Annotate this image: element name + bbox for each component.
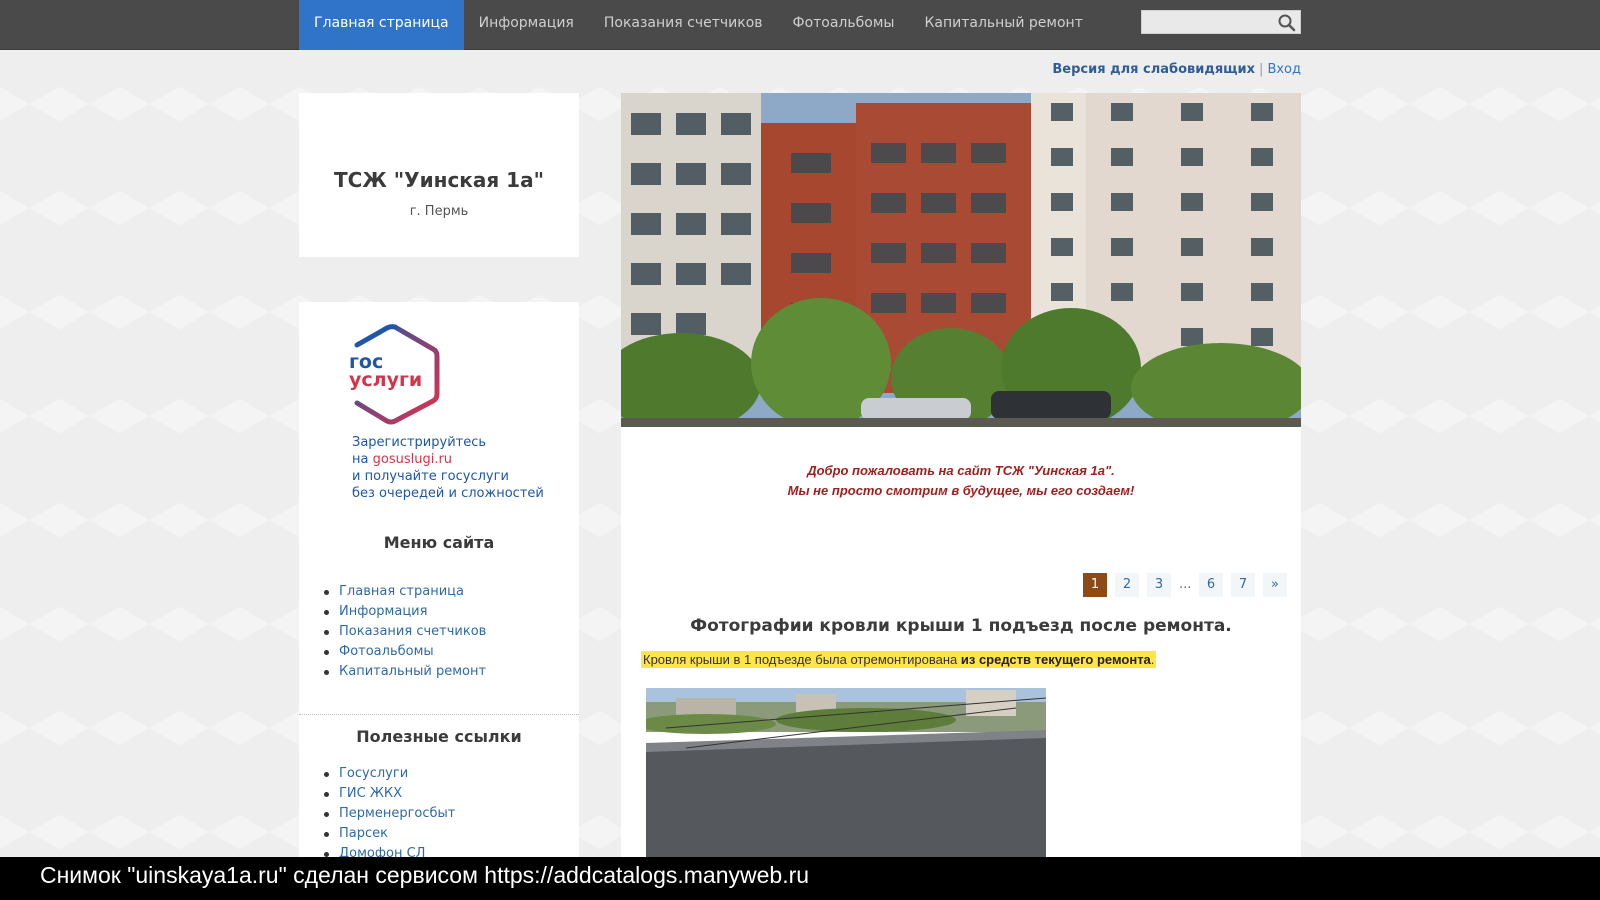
welcome-line1: Добро пожаловать на сайт ТСЖ "Уинская 1а…: [807, 463, 1115, 478]
site-menu-item-photo-albums[interactable]: Фотоальбомы: [323, 642, 486, 662]
post-text-end: .: [1150, 652, 1155, 667]
gosuslugi-promo[interactable]: Зарегистрируйтесь на gosuslugi.ru и полу…: [352, 434, 572, 502]
welcome-message: Добро пожаловать на сайт ТСЖ "Уинская 1а…: [621, 461, 1301, 501]
roof-photo[interactable]: [646, 688, 1046, 862]
gosuslugi-logo[interactable]: гос услуги: [349, 323, 441, 425]
screenshot-caption: Снимок "uinskaya1a.ru" сделан сервисом h…: [0, 857, 1600, 900]
login-link[interactable]: Вход: [1267, 62, 1301, 77]
useful-links-heading: Полезные ссылки: [356, 727, 522, 746]
gosuslugi-link[interactable]: gosuslugi.ru: [373, 452, 452, 467]
site-menu-list: Главная страница Информация Показания сч…: [323, 582, 486, 682]
useful-link-permenergosbyt[interactable]: Перменергосбыт: [323, 804, 455, 824]
access-links: Версия для слабовидящих | Вход: [1052, 62, 1301, 77]
nav-item-info[interactable]: Информация: [464, 0, 589, 50]
access-separator: |: [1259, 62, 1264, 77]
sidebar: гос услуги Зарегистрируйтесь на gosuslug…: [299, 302, 579, 862]
useful-link-parsek[interactable]: Парсек: [323, 824, 455, 844]
gosuslugi-line1: Зарегистрируйтесь: [352, 435, 487, 450]
useful-link-gosuslugi[interactable]: Госуслуги: [323, 764, 455, 784]
page-2[interactable]: 2: [1115, 573, 1139, 597]
site-city: г. Пермь: [409, 204, 469, 219]
site-menu-item-info[interactable]: Информация: [323, 602, 486, 622]
gosuslugi-line3: и получайте госуслуги: [352, 469, 509, 484]
pagination: 1 2 3 ... 6 7 »: [1083, 573, 1287, 597]
post-text: Кровля крыши в 1 подъезде была отремонти…: [641, 651, 1157, 668]
nav-item-capital-repair[interactable]: Капитальный ремонт: [909, 0, 1097, 50]
gosuslugi-line2-prefix: на: [352, 452, 373, 467]
site-menu-heading: Меню сайта: [383, 533, 495, 552]
page-ellipsis: ...: [1179, 577, 1192, 592]
low-vision-link[interactable]: Версия для слабовидящих: [1052, 62, 1255, 77]
useful-link-gis-zhkh[interactable]: ГИС ЖКХ: [323, 784, 455, 804]
site-menu-item-home[interactable]: Главная страница: [323, 582, 486, 602]
search-box: [1141, 10, 1301, 34]
hero-image: [621, 93, 1301, 427]
sidebar-divider: [299, 714, 579, 715]
site-menu-item-meter-readings[interactable]: Показания счетчиков: [323, 622, 486, 642]
site-title[interactable]: ТСЖ "Уинская 1а": [299, 168, 579, 192]
gosuslugi-line4: без очередей и сложностей: [352, 486, 544, 501]
top-navbar: Главная страница Информация Показания сч…: [0, 0, 1600, 50]
brand-card: ТСЖ "Уинская 1а" г. Пермь: [299, 93, 579, 257]
main-content: Добро пожаловать на сайт ТСЖ "Уинская 1а…: [621, 93, 1301, 862]
welcome-line2: Мы не просто смотрим в будущее, мы его с…: [787, 483, 1135, 498]
gosuslugi-line2: на gosuslugi.ru: [352, 451, 572, 468]
post-title[interactable]: Фотографии кровли крыши 1 подъезд после …: [621, 616, 1301, 636]
nav-item-home[interactable]: Главная страница: [299, 0, 464, 50]
search-input[interactable]: [1142, 11, 1272, 33]
page-3[interactable]: 3: [1147, 573, 1171, 597]
page-7[interactable]: 7: [1231, 573, 1255, 597]
gosuslugi-logo-line2: услуги: [349, 369, 423, 391]
search-icon[interactable]: [1277, 13, 1297, 33]
page-6[interactable]: 6: [1199, 573, 1223, 597]
nav-item-meter-readings[interactable]: Показания счетчиков: [589, 0, 778, 50]
post-text-bold: из средств текущего ремонта: [960, 652, 1151, 667]
page-1[interactable]: 1: [1083, 573, 1107, 597]
nav-item-photo-albums[interactable]: Фотоальбомы: [778, 0, 910, 50]
site-menu-item-capital-repair[interactable]: Капитальный ремонт: [323, 662, 486, 682]
useful-links-list: Госуслуги ГИС ЖКХ Перменергосбыт Парсек …: [323, 764, 455, 864]
main-nav: Главная страница Информация Показания сч…: [299, 0, 1098, 50]
post-text-main: Кровля крыши в 1 подъезде была отремонти…: [643, 652, 961, 667]
page-next[interactable]: »: [1263, 573, 1287, 597]
